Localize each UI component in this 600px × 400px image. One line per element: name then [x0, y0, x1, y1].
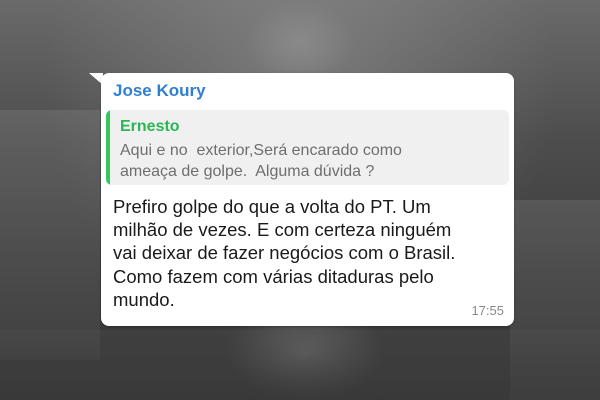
quoted-text-line: Aqui e no exterior,Será encarado como: [120, 142, 402, 159]
quoted-text-line: ameaça de golpe. Alguma dúvida ?: [120, 163, 375, 180]
background-building-left: [0, 110, 100, 360]
background-statue: [245, 0, 355, 70]
message-text-line: Prefiro golpe do que a volta do PT. Um: [113, 196, 431, 217]
quoted-author: Ernesto: [120, 118, 180, 135]
quote-accent-bar: [106, 110, 110, 185]
message-text-line: milhão de vezes. E com certeza ninguém: [113, 219, 452, 240]
background-ground: [0, 330, 600, 400]
message-timestamp: 17:55: [471, 303, 504, 318]
sender-name[interactable]: Jose Koury: [113, 81, 206, 101]
message-text-line: Como fazem com várias ditaduras pelo: [113, 266, 434, 287]
message-bubble[interactable]: Jose Koury Ernesto Aqui e no exterior,Se…: [101, 73, 514, 326]
message-text-line: mundo.: [113, 289, 175, 310]
message-text-line: vai deixar de fazer negócios com o Brasi…: [113, 242, 456, 263]
quoted-message[interactable]: Ernesto Aqui e no exterior,Será encarado…: [106, 110, 509, 185]
